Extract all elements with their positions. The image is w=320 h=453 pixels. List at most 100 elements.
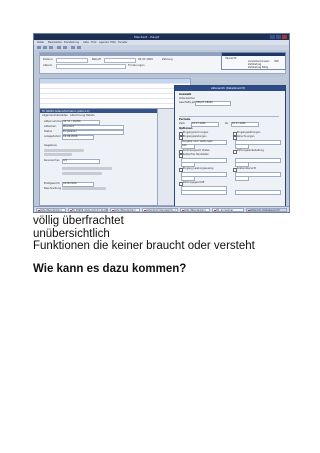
option-label: Kostenübersicht — [237, 167, 257, 170]
taskbar-button[interactable]: Tel. an Gegner — [212, 208, 244, 212]
header-label: Zahlung — [162, 58, 173, 61]
overview-line: Zahlbetrag Fällig — [248, 66, 269, 69]
taskbar: Akte (Mandanten) FK 36956 (Akte 2.0) 07.… — [34, 206, 289, 212]
amount-field[interactable] — [235, 176, 249, 181]
option-label: Kostenfrei-Handakten — [183, 153, 209, 156]
software-screenshot: Mandant - Haupt Datei Bearbeiten Darstel… — [33, 33, 290, 213]
tab-details[interactable]: Details — [86, 114, 95, 117]
dialog-section-title: Optionen — [179, 127, 193, 130]
window-icon — [37, 210, 40, 211]
field-value: 02.06.2006 — [63, 135, 78, 138]
toolbar — [34, 45, 289, 50]
option-label: Eingangsrechnungen — [183, 131, 209, 134]
field-value: 0/4 — [63, 159, 68, 162]
field-label: Status — [44, 130, 52, 133]
option-label: Eingang Leistungsauszug — [183, 167, 214, 170]
caption: völlig überfrachtet unübersichtlich Funk… — [33, 215, 255, 253]
back-icon[interactable] — [71, 46, 75, 49]
maximize-icon[interactable] — [276, 35, 281, 39]
field-label: Aktenzeichen — [179, 97, 196, 100]
blurred-text — [44, 149, 84, 152]
window-icon — [213, 210, 216, 211]
forward-icon[interactable] — [77, 46, 81, 49]
header-label: Forderungen — [128, 64, 145, 67]
field-label: Beschreibung — [44, 187, 62, 190]
taskbar-button[interactable]: FK 36956 (Akte 2.0) 07.11.06 — [68, 208, 108, 212]
close-icon[interactable] — [282, 35, 287, 39]
slide-page: { "screenshot": { "window_title": "Manda… — [0, 0, 320, 453]
taskbar-button[interactable]: Akte (Mandanten) — [110, 208, 140, 212]
caption-line: völlig überfrachtet — [33, 215, 124, 227]
code-field[interactable] — [62, 159, 100, 164]
caption-line: Funktionen die keiner braucht oder verst… — [33, 240, 255, 252]
select-value: Ausgabe nach Leistungen — [182, 140, 213, 143]
dialog-section-title: Periode — [179, 118, 191, 121]
field-value: 0434/2006 — [63, 182, 77, 185]
divider — [179, 116, 279, 117]
window-icon — [69, 210, 72, 211]
file-info-window: FK 36956 Akteninformation (Akte 2.0) All… — [39, 108, 159, 206]
taskbar-button-active[interactable]: Akteninfo (Detailansicht) — [246, 208, 287, 212]
blurred-text — [62, 187, 106, 190]
field-value: 05.07.2006 — [232, 122, 246, 125]
window-icon — [143, 210, 146, 211]
option-label: Kontoausgleich Posten — [183, 149, 210, 152]
option-label: Zahlungsgeschäft — [183, 181, 205, 184]
option-label: Eingangsleistungen — [183, 135, 207, 138]
field-label: Aktenbez. — [44, 125, 57, 128]
dialog-section-title: Auswahl — [179, 93, 192, 96]
section-label: Gegebene — [44, 144, 57, 147]
field-label: Anlagedatum — [44, 135, 61, 138]
field-label: Zeitr. — [179, 122, 186, 125]
blurred-text — [62, 172, 102, 175]
field-label: Kennzeichen — [44, 159, 60, 162]
option-select[interactable] — [235, 190, 281, 195]
taskbar-button[interactable]: Akte (Mandanten) — [36, 208, 66, 212]
header-field[interactable] — [56, 64, 126, 69]
dialog-caption: Akteneinfo (Detailansicht) — [175, 86, 285, 91]
blurred-text — [44, 153, 72, 156]
record-tabs[interactable] — [39, 74, 284, 77]
field-label: Briefgewicht — [44, 182, 60, 185]
option-label: Zahlungseinbehaltung — [237, 149, 264, 152]
new-icon[interactable] — [37, 46, 41, 49]
header-label: Aktenz. — [43, 64, 53, 67]
tab-general[interactable]: Allgemein — [42, 114, 54, 117]
header-field[interactable] — [104, 58, 136, 63]
overview-value: 368 — [274, 60, 279, 63]
field-value: 098/23 0809h — [196, 101, 213, 104]
window-icon — [181, 210, 184, 211]
search-icon[interactable] — [63, 46, 67, 49]
header-field[interactable] — [56, 58, 88, 63]
dialog-title: Akteneinfo (Detailansicht) — [211, 87, 245, 90]
header-label: Betreff — [92, 58, 101, 61]
header-date: 05.07.2006 — [138, 58, 153, 61]
field-label: Geschäfts-Jahr — [179, 101, 197, 104]
taskbar-button[interactable]: Akte (Mandanten) — [180, 208, 210, 212]
minimize-icon[interactable] — [270, 35, 275, 39]
question-heading: Wie kann es dazu kommen? — [33, 263, 187, 275]
caption-line: unübersichtlich — [33, 227, 110, 240]
tab-subfiles[interactable]: Unterakten — [54, 114, 68, 117]
field-value: Mandant — [63, 125, 74, 128]
tab-billing[interactable]: Abrechnung — [70, 114, 85, 117]
save-icon[interactable] — [49, 46, 53, 49]
overview-panel: Übersicht Auszahlenhinweis 368 Zahlbetra… — [221, 52, 286, 70]
blurred-text — [62, 167, 112, 170]
option-label: Eingangszahlungen — [237, 131, 261, 134]
field-value: 03.07.2006 — [192, 122, 206, 125]
window-icon — [111, 210, 114, 211]
field-value: Eingelesen — [63, 130, 77, 133]
field-label: bis — [225, 122, 229, 125]
open-icon[interactable] — [43, 46, 47, 49]
field-label: Aktennummer — [44, 120, 62, 123]
file-info-title: FK 36956 Akteninformation (Akte 2.0) — [42, 109, 90, 113]
taskbar-button[interactable]: Aktenbrief (Kanzleimit...) — [142, 208, 178, 212]
window-icon — [247, 210, 250, 211]
amount-value: 100 — [182, 144, 187, 147]
field-value: 36-51 / 09056 — [63, 120, 81, 123]
option-select[interactable] — [181, 190, 227, 195]
option-label: Abrechnungen — [237, 135, 255, 138]
print-icon[interactable] — [57, 46, 61, 49]
detail-dialog: Akteneinfo (Detailansicht) Auswahl Akten… — [174, 85, 286, 209]
